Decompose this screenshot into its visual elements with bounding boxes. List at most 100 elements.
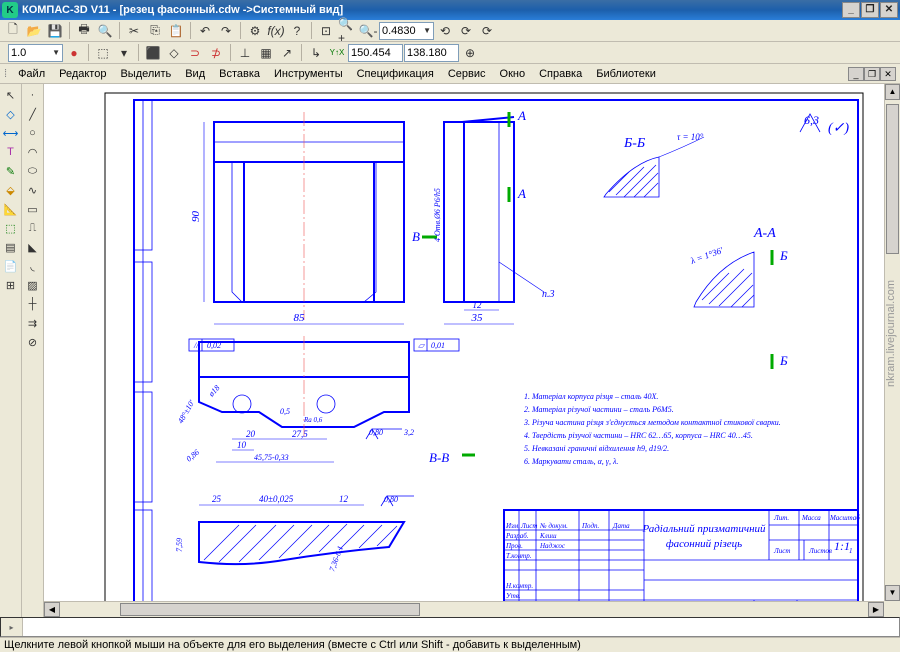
selection-tool[interactable]: ⬚ (2, 219, 20, 237)
save-button[interactable]: 💾 (45, 21, 65, 41)
polyline-tool[interactable]: ⎍ (24, 219, 42, 237)
new-button[interactable]: 🗋 (3, 21, 23, 41)
paste-button[interactable]: 📋 (166, 21, 186, 41)
hatch-tool[interactable]: ▨ (24, 276, 42, 294)
cs-xy-icon[interactable]: Y↑X (327, 43, 347, 63)
menu-select[interactable]: Выделить (113, 66, 178, 82)
copy-button[interactable]: ⎘ (145, 21, 165, 41)
svg-text:В: В (412, 229, 420, 244)
doc-minimize[interactable]: _ (848, 67, 864, 81)
drawing-area[interactable]: 90 85 А А В 12 (44, 84, 884, 617)
maximize-button[interactable]: ❐ (861, 2, 879, 18)
scroll-right-button[interactable]: ▶ (868, 602, 884, 617)
menu-window[interactable]: Окно (493, 66, 533, 82)
snap-endpoint[interactable]: ◇ (164, 43, 184, 63)
text-tool[interactable]: T (2, 143, 20, 161)
redo-button[interactable]: ↷ (216, 21, 236, 41)
scroll-down-button[interactable]: ▼ (885, 585, 900, 601)
grid-button[interactable]: ▦ (256, 43, 276, 63)
axis-tool[interactable]: ┼ (24, 295, 42, 313)
watermark: nkram.livejournal.com (885, 280, 897, 387)
menu-service[interactable]: Сервис (441, 66, 493, 82)
menu-help[interactable]: Справка (532, 66, 589, 82)
svg-text:Н.контр.: Н.контр. (505, 582, 533, 590)
zoom-out-button[interactable]: 🔍- (358, 21, 378, 41)
param-tool[interactable]: ⬙ (2, 181, 20, 199)
doc-restore[interactable]: ❐ (864, 67, 880, 81)
refresh-button[interactable]: ⟳ (477, 21, 497, 41)
scale-combo[interactable]: 1.0▼ (8, 44, 63, 62)
undo-button[interactable]: ↶ (195, 21, 215, 41)
insert-tool[interactable]: ⊞ (2, 276, 20, 294)
edit-tool[interactable]: ✎ (2, 162, 20, 180)
vscroll-thumb[interactable] (886, 104, 899, 254)
menu-view[interactable]: Вид (178, 66, 212, 82)
cut-button[interactable]: ✂ (124, 21, 144, 41)
rect-tool[interactable]: ▭ (24, 200, 42, 218)
ellipse-tool[interactable]: ⬭ (24, 162, 42, 180)
scroll-up-button[interactable]: ▲ (885, 84, 900, 100)
scroll-left-button[interactable]: ◀ (44, 602, 60, 617)
geometry-tool[interactable]: ◇ (2, 105, 20, 123)
svg-text:0,5: 0,5 (280, 407, 290, 416)
zoom-combo[interactable]: 0.4830▼ (379, 22, 434, 40)
zoom-prev-button[interactable]: ⟲ (435, 21, 455, 41)
close-button[interactable]: ✕ (880, 2, 898, 18)
preview-button[interactable]: 🔍 (95, 21, 115, 41)
minimize-button[interactable]: _ (842, 2, 860, 18)
menu-file[interactable]: Файл (11, 66, 52, 82)
snap-magnet-on[interactable]: ⊃ (185, 43, 205, 63)
svg-text:1. Матеріал корпуса різця – с: 1. Матеріал корпуса різця – сталь 40Х. (524, 392, 658, 401)
snap-magnet-off[interactable]: ⊅ (206, 43, 226, 63)
break-tool[interactable]: ⊘ (24, 333, 42, 351)
point-tool[interactable]: · (24, 86, 42, 104)
zoom-window-button[interactable]: ⊡ (316, 21, 336, 41)
measure-tool[interactable]: 📐 (2, 200, 20, 218)
menu-insert[interactable]: Вставка (212, 66, 267, 82)
spec-tool[interactable]: ▤ (2, 238, 20, 256)
print-button[interactable]: 🖶 (74, 21, 94, 41)
variables-button[interactable]: f(x) (266, 21, 286, 41)
dimensions-tool[interactable]: ⟷ (2, 124, 20, 142)
layers-button[interactable]: ⬚ (93, 43, 113, 63)
local-cs-button[interactable]: ↳ (306, 43, 326, 63)
main-toolbar: 🗋 📂 💾 🖶 🔍 ✂ ⎘ 📋 ↶ ↷ ⚙ f(x) ? ⊡ 🔍+ 🔍- 0.4… (0, 20, 900, 42)
hscroll-thumb[interactable] (120, 603, 420, 616)
layer-dropdown[interactable]: ▾ (114, 43, 134, 63)
report-tool[interactable]: 📄 (2, 257, 20, 275)
svg-text:7,59: 7,59 (175, 538, 184, 552)
ortho-button[interactable]: ⊥ (235, 43, 255, 63)
doc-close[interactable]: ✕ (880, 67, 896, 81)
circle-tool[interactable]: ○ (24, 124, 42, 142)
svg-text:Масса: Масса (801, 514, 821, 522)
current-state-button[interactable]: ● (64, 43, 84, 63)
zoom-next-button[interactable]: ⟳ (456, 21, 476, 41)
menu-libraries[interactable]: Библиотеки (589, 66, 663, 82)
properties-button[interactable]: ⚙ (245, 21, 265, 41)
menu-editor[interactable]: Редактор (52, 66, 113, 82)
arc-tool[interactable]: ◠ (24, 143, 42, 161)
offset-tool[interactable]: ⇉ (24, 314, 42, 332)
coord-y-field[interactable]: 138.180 (404, 44, 459, 62)
spline-tool[interactable]: ∿ (24, 181, 42, 199)
coord-button[interactable]: ⊕ (460, 43, 480, 63)
fillet-tool[interactable]: ◟ (24, 257, 42, 275)
menu-spec[interactable]: Спецификация (350, 66, 441, 82)
svg-text:A-A: A-A (753, 226, 776, 241)
svg-text:Клиш: Клиш (539, 532, 557, 540)
horizontal-scrollbar[interactable]: ◀ ▶ (44, 601, 884, 617)
coord-x-field[interactable]: 150.454 (348, 44, 403, 62)
input-tab-icon[interactable]: ▸ (9, 623, 13, 632)
svg-text:7,36-0,1: 7,36-0,1 (327, 545, 345, 573)
chamfer-tool[interactable]: ◣ (24, 238, 42, 256)
open-button[interactable]: 📂 (24, 21, 44, 41)
command-input-panel[interactable]: ▸ (0, 617, 900, 637)
menu-tools[interactable]: Инструменты (267, 66, 350, 82)
help-button[interactable]: ? (287, 21, 307, 41)
snap-toggle[interactable]: ⬛ (143, 43, 163, 63)
line-tool[interactable]: ╱ (24, 105, 42, 123)
select-tool[interactable]: ↖ (2, 86, 20, 104)
menubar-grip[interactable]: ⁞ (4, 68, 7, 80)
param-button[interactable]: ↗ (277, 43, 297, 63)
zoom-in-button[interactable]: 🔍+ (337, 21, 357, 41)
